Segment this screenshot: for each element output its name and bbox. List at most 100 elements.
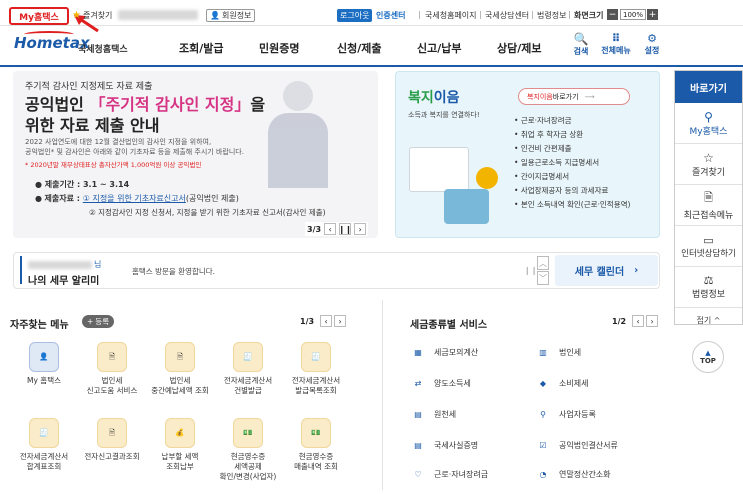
fav-item[interactable]: 💵 현금영수증 매출내역 조회 <box>276 418 356 472</box>
tax-service-item[interactable]: ◆ 소비제세 <box>535 375 589 391</box>
divider: | <box>568 10 571 19</box>
invoice-icon: 🧾 <box>233 342 263 372</box>
welfare-go-button[interactable]: 복지이음 바로가기 ⟶ <box>518 88 630 105</box>
fold-button[interactable]: 접기 ^ <box>675 308 742 332</box>
menu-apply-submit[interactable]: 신청/제출 <box>337 40 382 56</box>
prev-icon[interactable]: ‹ <box>632 315 645 327</box>
chevron-right-icon: › <box>634 265 639 276</box>
welfare-list: • 근로·자녀장려금 • 취업 후 학자금 상환 • 인건비 간편제출 • 일용… <box>514 114 630 212</box>
main-banner[interactable]: 주기적 감사인 지정제도 자료 제출 공익법인 「주기적 감사인 지정」을 위한… <box>13 71 378 238</box>
menu-civil-cert[interactable]: 민원증명 <box>259 40 299 56</box>
section-divider <box>382 300 383 490</box>
arrow-right-icon: ⟶ <box>584 92 595 101</box>
invoice-list-icon: 🧾 <box>301 342 331 372</box>
tax-service-item[interactable]: ▥ 법인세 <box>535 344 581 360</box>
fav-item[interactable]: 🧾 전자세금계산서 발급목록조회 <box>276 342 356 396</box>
tax-service-item[interactable]: ▤ 원천세 <box>410 406 456 422</box>
submit-period: ● 제출기간 : 3.1 ~ 3.14 <box>35 180 130 189</box>
welfare-item[interactable]: • 근로·자녀장려금 <box>514 114 630 128</box>
next-icon[interactable]: › <box>354 223 367 235</box>
star-icon: ★ <box>72 10 81 21</box>
welfare-item[interactable]: • 일용근로소득 지급명세서 <box>514 156 630 170</box>
tax-service-item[interactable]: ⇄ 양도소득세 <box>410 375 471 391</box>
honorific: 님 <box>94 260 102 269</box>
hometax-logo[interactable]: Hometax <box>14 31 90 60</box>
pause-icon[interactable]: ❙❙ <box>524 266 537 275</box>
building-icon: ▥ <box>539 347 547 357</box>
person-icon: ⚲ <box>704 109 713 124</box>
favorites-link[interactable]: ★ 즐겨찾기 <box>72 10 112 21</box>
divider: | <box>418 10 421 19</box>
tax-service-item[interactable]: ◔ 연말정산간소화 <box>535 466 611 482</box>
submit-data: ● 제출자료 : ① 지정을 위한 기초자료신고서(공익법인 제출) <box>35 194 239 203</box>
gavel-icon: ⚖ <box>703 274 714 287</box>
welfare-item[interactable]: • 취업 후 학자금 상환 <box>514 128 630 142</box>
welcome-text: 홈택스 방문을 환영합니다. <box>132 267 216 276</box>
menu-counsel-report[interactable]: 상담/제보 <box>497 40 542 56</box>
prev-icon[interactable]: ‹ <box>320 315 333 327</box>
businessman-illustration <box>243 81 363 191</box>
tax-service-item[interactable]: ⚲ 사업자등록 <box>535 406 596 422</box>
logout-button[interactable]: 로그아웃 <box>337 9 373 22</box>
favorites-label: 즐겨찾기 <box>82 11 113 20</box>
tax-service-item[interactable]: ☑ 공익법인결산서류 <box>535 437 617 453</box>
link-nts-counsel[interactable]: 국세상담센터 <box>485 10 529 21</box>
welfare-item[interactable]: • 인건비 간편제출 <box>514 142 630 156</box>
banner-note: * 2020년말 재무상태표상 총자산가액 1,000억원 이상 공익법인 <box>25 161 202 169</box>
welfare-item[interactable]: • 간이지급명세서 <box>514 170 630 184</box>
member-info-label: 회원정보 <box>221 11 252 20</box>
tax-service-item[interactable]: ♡ 근로·자녀장려금 <box>410 466 488 482</box>
prev-icon[interactable]: ‹ <box>324 223 337 235</box>
member-info-button[interactable]: 👤 회원정보 <box>206 9 256 22</box>
star-outline-icon: ☆ <box>703 150 714 165</box>
settings-button[interactable]: ⚙ 설정 <box>640 32 664 56</box>
calculator-icon: ▦ <box>414 347 422 357</box>
receipt-icon: 💵 <box>233 418 263 448</box>
tax-notifier-panel: 님 나의 세무 알리미 홈택스 방문을 환영합니다. ❙❙ ︿ ﹀ 세무 캘린더… <box>13 252 660 289</box>
tax-service-title: 세금종류별 서비스 <box>410 320 488 331</box>
zoom-in-button[interactable]: + <box>647 9 658 20</box>
tax-calendar-button[interactable]: 세무 캘린더 › <box>555 255 658 286</box>
quick-online-counsel[interactable]: ▭ 인터넷상담하기 <box>675 226 742 267</box>
logo-subtitle: 국세청홈택스 <box>78 45 128 55</box>
heart-icon: ♡ <box>414 469 422 479</box>
next-icon[interactable]: › <box>646 315 659 327</box>
quick-my-hometax[interactable]: ⚲ My홈택스 <box>675 103 742 144</box>
all-menu-label: 전체메뉴 <box>601 46 631 55</box>
quick-recent-menu[interactable]: 🗎 최근접속메뉴 <box>675 185 742 226</box>
welfare-banner[interactable]: 복지이음 소득과 복지를 연결하다! 복지이음 바로가기 ⟶ • 근로·자녀장려금… <box>395 71 660 238</box>
zoom-value: 100% <box>620 9 646 20</box>
monitor-icon: ▭ <box>703 233 714 247</box>
banner-page-count: 3/3 <box>307 224 322 234</box>
zoom-out-button[interactable]: − <box>607 9 618 20</box>
cert-center-link[interactable]: 인증센터 <box>376 10 405 21</box>
accent-bar <box>20 256 22 284</box>
diamond-icon: ◆ <box>539 378 547 388</box>
welfare-item[interactable]: • 본인 소득내역 확인(근로·인적용역) <box>514 198 630 212</box>
my-hometax-button[interactable]: My홈택스 <box>9 7 69 25</box>
quick-favorites[interactable]: ☆ 즐겨찾기 <box>675 144 742 185</box>
year-end-icon: ◔ <box>539 469 547 479</box>
menu-report-pay[interactable]: 신고/납부 <box>417 40 462 56</box>
next-icon[interactable]: › <box>334 315 347 327</box>
add-favorite-button[interactable]: + 등록 <box>82 315 115 328</box>
scroll-top-button[interactable]: ▲ TOP <box>692 341 724 373</box>
logo-arc-icon <box>24 31 74 38</box>
all-menu-button[interactable]: ⠿ 전체메뉴 <box>599 32 633 56</box>
pause-icon[interactable]: ❙❙ <box>338 223 352 235</box>
link-law-info[interactable]: 법령정보 <box>537 10 566 21</box>
favorites-page-count: 1/3 <box>300 316 315 326</box>
search-button[interactable]: 🔍 검색 <box>569 32 593 57</box>
result-check-icon: 🗎 <box>97 418 127 448</box>
welfare-item[interactable]: • 사업장제공자 등의 과세자료 <box>514 184 630 198</box>
menu-lookup-issue[interactable]: 조회/발급 <box>179 40 224 56</box>
tax-service-item[interactable]: ▦ 세금모의계산 <box>410 344 478 360</box>
tax-service-item[interactable]: ▤ 국세사실증명 <box>410 437 478 453</box>
link-nts-homepage[interactable]: 국세청홈페이지 <box>425 10 477 21</box>
submit-data-2: ② 지정감사인 지정 신청서, 지정을 받기 위한 기초자료 신고서(감사인 제… <box>89 208 326 217</box>
certificate-icon: ▤ <box>414 440 422 450</box>
person-icon: 👤 <box>29 342 59 372</box>
chevron-up-icon[interactable]: ︿ <box>537 256 549 270</box>
quick-law-info[interactable]: ⚖ 법령정보 <box>675 267 742 308</box>
chevron-down-icon[interactable]: ﹀ <box>537 271 549 285</box>
